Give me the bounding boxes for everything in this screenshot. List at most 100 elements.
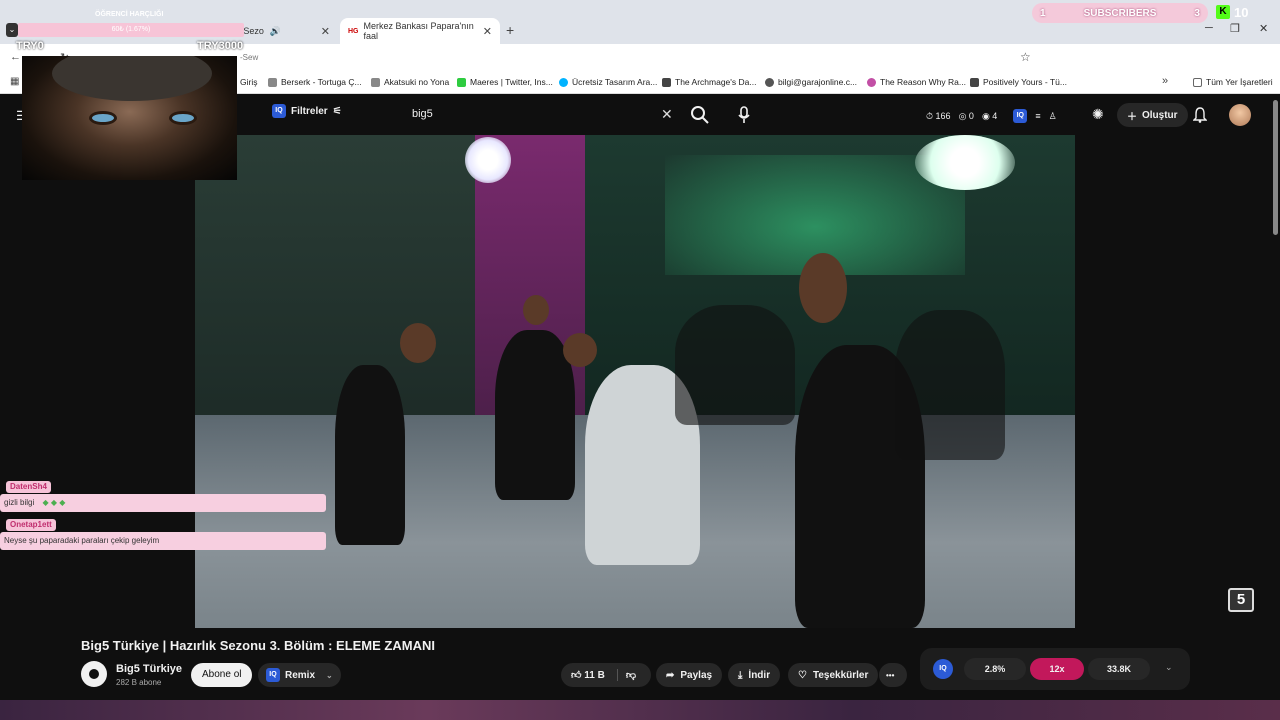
chevron-down-icon: ⌄ — [326, 670, 333, 680]
bookmark-favicon-icon — [765, 77, 774, 87]
iq-extension-icon: IQ — [266, 668, 280, 682]
kick-counter: K 10 — [1216, 2, 1262, 22]
audience-group — [675, 305, 795, 425]
iq-count-stat: 33.8K — [1088, 658, 1150, 680]
donation-max: TRY3000 — [197, 40, 244, 52]
bookmark-favicon-icon — [371, 77, 380, 87]
donation-progress-bar: 60₺ (1.67%) — [18, 23, 244, 37]
webcam-hat — [52, 56, 212, 101]
tab-search-icon[interactable]: ⌄ — [6, 23, 18, 37]
site-favicon-icon: HG — [348, 27, 359, 35]
chat-message: gizli bilgi ◆ ◆ ◆ — [0, 494, 326, 512]
audience-group — [895, 310, 1005, 460]
tab-papara-news[interactable]: HG Merkez Bankası Papara'nın faal ✕ — [340, 18, 500, 44]
bookmark-item[interactable]: Ücretsiz Tasarım Ara... — [559, 77, 657, 87]
bookmark-star-icon[interactable]: ☆ — [1020, 50, 1031, 64]
download-icon: ⤓ — [738, 669, 743, 681]
video-title: Big5 Türkiye | Hazırlık Sezonu 3. Bölüm … — [81, 638, 435, 653]
iq-stats: ⏱ 166 ◎ 0 ◉ 4 IQ ≡ ♙ — [926, 109, 1057, 123]
folder-icon — [1193, 77, 1202, 87]
create-button[interactable]: ＋ Oluştur — [1117, 103, 1188, 127]
bookmark-item[interactable]: Berserk - Tortuga Ç... — [268, 77, 362, 87]
bookmark-favicon-icon — [559, 77, 568, 87]
channel-name[interactable]: Big5 Türkiye — [116, 663, 182, 675]
bookmark-item[interactable]: Giriş — [240, 77, 257, 87]
apps-grid-icon[interactable]: ▦ — [10, 76, 19, 87]
thumbs-up-icon: 👍︎ — [571, 670, 582, 681]
iq-multiplier-stat: 12x — [1030, 658, 1084, 680]
bookmark-favicon-icon — [457, 77, 466, 87]
search-input[interactable]: big5 — [400, 103, 686, 127]
address-input[interactable]: -Sew — [240, 53, 258, 62]
tab-label: Merkez Bankası Papara'nın faal — [363, 21, 474, 41]
subscribe-button[interactable]: Abone ol — [191, 663, 253, 687]
chat-message: Neyse şu paparadaki paraları çekip geley… — [0, 532, 326, 550]
notifications-bell-icon[interactable] — [1193, 107, 1207, 123]
dancer-head — [523, 295, 549, 325]
premium-extension-icon[interactable]: ✺ — [1092, 106, 1104, 123]
channel-subscriber-count: 282 B abone — [116, 678, 162, 687]
remix-button[interactable]: IQ Remix ⌄ — [258, 663, 341, 687]
donation-goal-title: ÖĞRENCİ HARÇLIĞI — [95, 11, 164, 18]
iq-extension-icon[interactable]: IQ — [933, 659, 953, 679]
download-button[interactable]: ⤓ İndir — [728, 663, 781, 687]
sliders-icon: ⚟ — [332, 105, 342, 117]
bookmark-item[interactable]: Akatsuki no Yona — [371, 77, 449, 87]
scrollbar-thumb[interactable] — [1273, 100, 1278, 235]
channel-avatar[interactable] — [81, 661, 107, 687]
webcam-eye — [92, 114, 114, 122]
iq-percent-stat: 2.8% — [964, 658, 1026, 680]
bookmark-item[interactable]: The Archmage's Da... — [662, 77, 756, 87]
iq-extension-icon[interactable]: IQ — [1013, 109, 1028, 123]
bookmark-item[interactable]: The Reason Why Ra... — [867, 77, 966, 87]
iq-extension-icon: IQ — [272, 104, 286, 118]
search-icon[interactable] — [690, 105, 710, 125]
filters-button[interactable]: IQ Filtreler ⚟ — [272, 104, 342, 118]
subscribers-counter: 1 SUBSCRIBERS 3 — [1032, 3, 1208, 23]
filters-label: Filtreler — [291, 105, 328, 117]
like-dislike-group: 👍︎ 11 B 👎︎ — [561, 663, 651, 687]
bookmarks-more-button[interactable]: » — [1162, 75, 1168, 87]
back-icon[interactable]: ← — [10, 51, 21, 63]
create-label: Oluştur — [1142, 109, 1178, 121]
share-button[interactable]: ➦ Paylaş — [656, 663, 723, 687]
bookmark-favicon-icon — [268, 77, 277, 87]
bookmark-favicon-icon — [662, 77, 671, 87]
thumbs-down-icon: 👎︎ — [625, 670, 636, 681]
plus-icon: ＋ — [1127, 111, 1137, 123]
bookmark-favicon-icon — [867, 77, 876, 87]
donation-min: TRY0 — [16, 40, 44, 52]
close-tab-icon[interactable]: ✕ — [321, 25, 330, 38]
playlist-icon[interactable]: ≡ — [1035, 111, 1040, 121]
video-frame-lamp — [465, 137, 511, 183]
emote-icon: ◆ ◆ ◆ — [42, 498, 66, 507]
history-stat: ⏱ 166 — [926, 110, 951, 121]
all-bookmarks-button[interactable]: Tüm Yer İşaretleri — [1193, 77, 1273, 87]
close-tab-icon[interactable]: ✕ — [483, 25, 492, 38]
webcam-overlay — [22, 56, 237, 180]
microphone-icon[interactable] — [737, 106, 751, 124]
more-actions-button[interactable]: ••• — [879, 663, 907, 687]
bookmark-item[interactable]: bilgi@garajonline.c... — [765, 77, 857, 87]
dancer-head — [400, 323, 436, 363]
clear-search-icon[interactable]: ✕ — [661, 106, 673, 123]
minimize-icon[interactable]: ─ — [1205, 22, 1213, 34]
channel-watermark-logo[interactable]: 5 — [1228, 588, 1254, 612]
chat-username: Onetap1ett — [6, 519, 56, 531]
like-button[interactable]: 👍︎ 11 B — [571, 669, 605, 681]
share-icon: ➦ — [666, 669, 675, 681]
video-player[interactable] — [195, 135, 1075, 628]
dislike-button[interactable]: 👎︎ — [616, 669, 636, 681]
trophy-icon[interactable]: ♙ — [1049, 111, 1057, 122]
user-avatar[interactable] — [1229, 104, 1251, 126]
super-thanks-icon: ♡ — [798, 669, 807, 681]
chevron-down-icon[interactable]: ⌄ — [1165, 662, 1173, 673]
restore-icon[interactable]: ❐ — [1230, 22, 1240, 35]
bookmark-item[interactable]: Positively Yours - Tü... — [970, 77, 1067, 87]
bookmark-item[interactable]: Maeres | Twitter, Ins... — [457, 77, 553, 87]
dancer-figure — [335, 365, 405, 545]
eye-stat: ◎ 0 — [958, 110, 974, 121]
new-tab-button[interactable]: + — [506, 22, 514, 38]
close-window-icon[interactable]: ✕ — [1259, 22, 1268, 35]
thanks-button[interactable]: ♡ Teşekkürler — [788, 663, 879, 687]
